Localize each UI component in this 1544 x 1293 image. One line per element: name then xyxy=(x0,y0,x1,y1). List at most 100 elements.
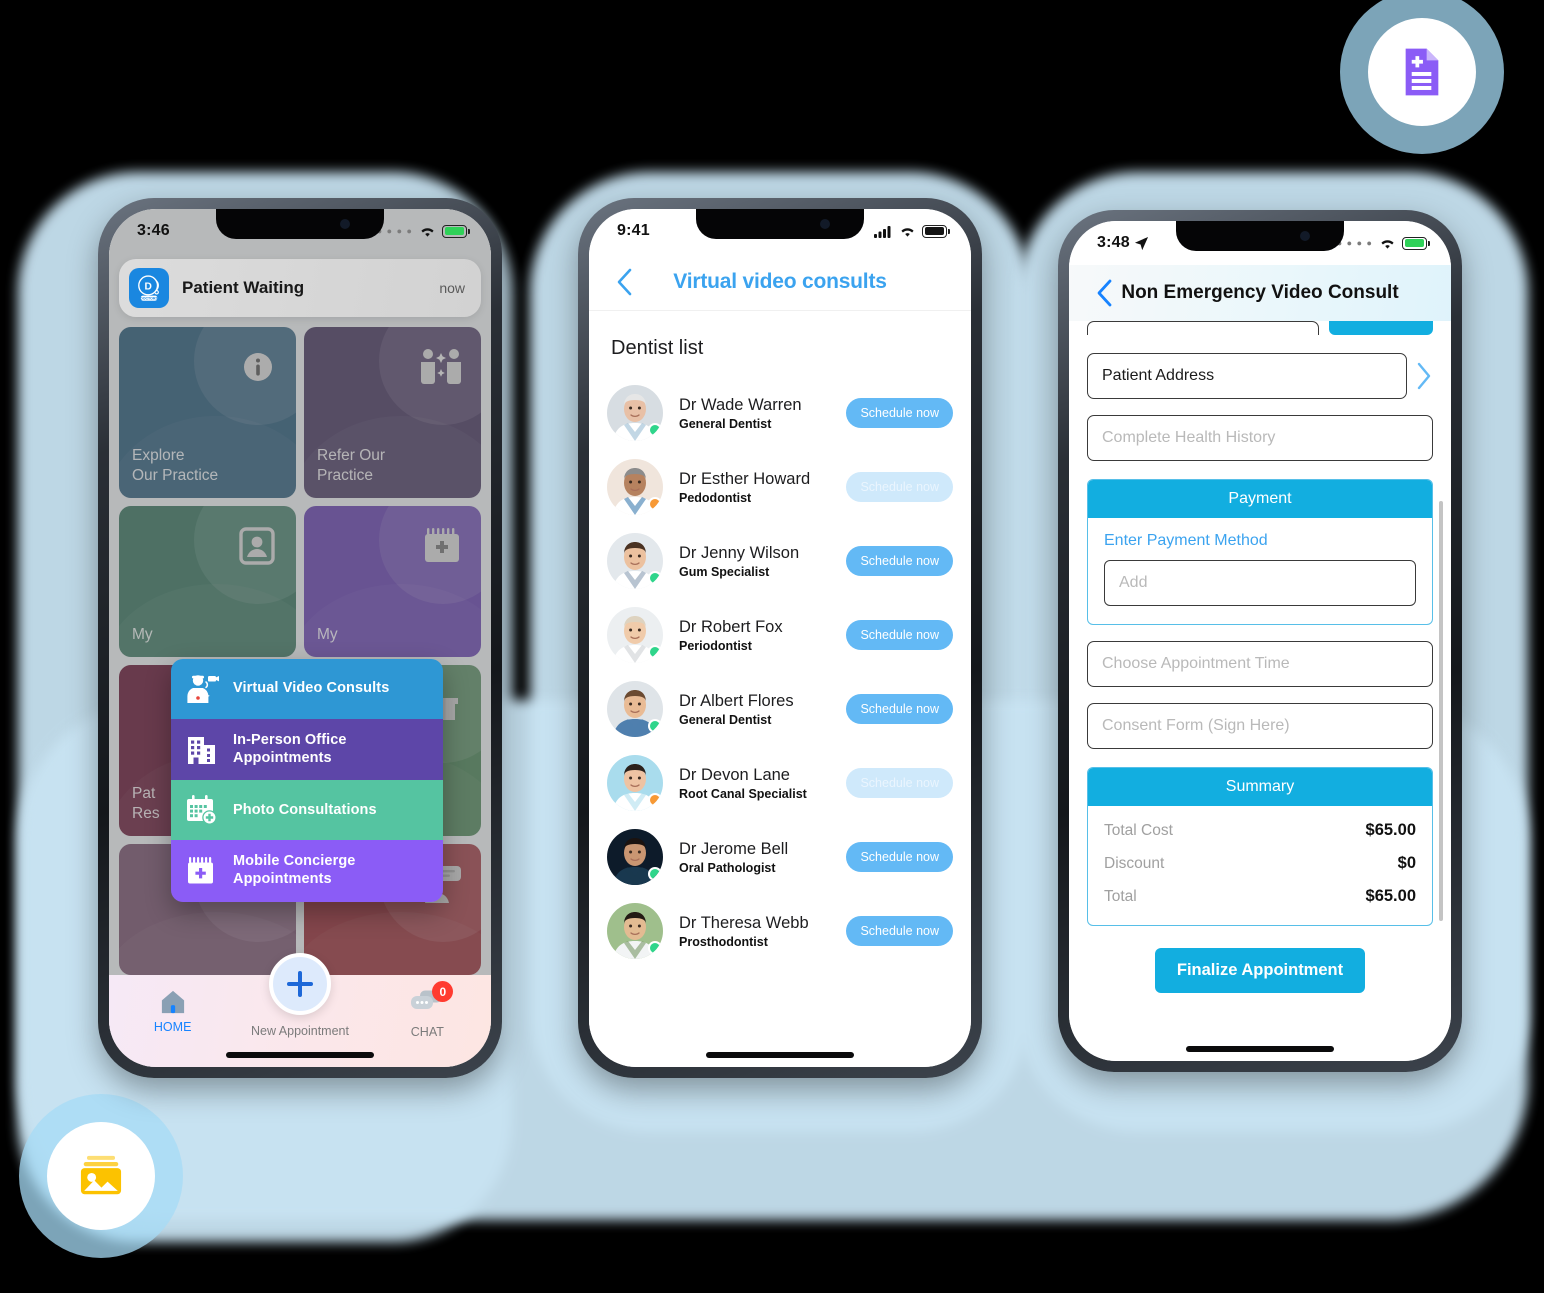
page-title: Non Emergency Video Consult xyxy=(1121,282,1399,303)
dentist-role: General Dentist xyxy=(679,417,772,432)
status-dot-online xyxy=(648,867,662,881)
popup-menu-item-2[interactable]: In-Person Office Appointments xyxy=(171,719,443,781)
dentist-info: Dr Devon Lane Root Canal Specialist xyxy=(679,765,846,802)
popup-menu-item-4[interactable]: Mobile Concierge Appointments xyxy=(171,840,443,902)
dentist-role: Prosthodontist xyxy=(679,935,768,950)
avatar xyxy=(607,903,663,959)
add-appointment-fab[interactable] xyxy=(269,953,331,1015)
summary-row: Total $65.00 xyxy=(1090,880,1430,913)
schedule-now-button[interactable]: Schedule now xyxy=(846,768,953,798)
popup-menu-item-1[interactable]: Virtual Video Consults xyxy=(171,659,443,719)
dentist-name: Dr Jerome Bell xyxy=(679,839,789,858)
summary-row-label: Total Cost xyxy=(1104,821,1173,839)
status-dot-online xyxy=(648,645,662,659)
phone-2-dentist-list: 9:41 Virtual video consults Dentist list… xyxy=(578,198,982,1078)
phone-1-home-screen: 3:46 ● ● ● ● Explore Our Practice Refer Ou… xyxy=(98,198,502,1078)
tab-home-label: HOME xyxy=(153,1020,192,1034)
dentist-name: Dr Devon Lane xyxy=(679,765,790,784)
dentist-row[interactable]: Dr Robert Fox Periodontist Schedule now xyxy=(607,598,953,672)
dentist-name: Dr Esther Howard xyxy=(679,469,811,488)
front-camera-icon xyxy=(820,219,830,229)
mobile-calendar-icon xyxy=(185,854,219,888)
status-dot-online xyxy=(648,423,662,437)
finalize-appointment-button[interactable]: Finalize Appointment xyxy=(1154,948,1366,993)
status-dot-online xyxy=(648,719,662,733)
wifi-icon xyxy=(901,227,914,237)
patient-address-field[interactable]: Patient Address xyxy=(1087,353,1407,399)
dentist-list-scroll[interactable]: Dentist list Dr Wade Warren General Denti… xyxy=(589,311,971,1067)
patient-address-row: Patient Address xyxy=(1087,353,1433,399)
notification-banner[interactable]: D DOCTORS Patient Waiting now xyxy=(119,259,481,317)
signal-dots-icon: ● ● ● ● xyxy=(1336,238,1373,248)
dentist-row[interactable]: Dr Theresa Webb Prosthodontist Schedule no… xyxy=(607,894,953,968)
image-icon xyxy=(80,1155,122,1195)
tab-chat-label: CHAT xyxy=(410,1025,444,1039)
schedule-now-button[interactable]: Schedule now xyxy=(846,472,953,502)
schedule-now-button[interactable]: Schedule now xyxy=(846,546,953,576)
location-arrow-icon xyxy=(1134,236,1148,250)
popup-menu-item-3[interactable]: Photo Consultations xyxy=(171,780,443,841)
notification-timestamp: now xyxy=(439,280,465,296)
schedule-now-button[interactable]: Schedule now xyxy=(846,398,953,428)
health-history-field[interactable]: Complete Health History xyxy=(1087,415,1433,461)
status-time-value: 3:48 xyxy=(1097,234,1130,251)
scrollbar-track[interactable] xyxy=(1439,381,1447,1015)
payment-card-header: Payment xyxy=(1088,480,1432,518)
avatar xyxy=(607,607,663,663)
phone3-header: Non Emergency Video Consult xyxy=(1069,265,1451,321)
dentist-list: Dr Wade Warren General Dentist Schedule no… xyxy=(607,376,953,968)
status-time: 9:41 xyxy=(617,222,650,239)
consult-form-scroll[interactable]: Patient Address Complete Health History … xyxy=(1069,321,1451,1061)
schedule-now-button[interactable]: Schedule now xyxy=(846,620,953,650)
clipped-action-button[interactable] xyxy=(1329,321,1433,335)
dentist-info: Dr Theresa Webb Prosthodontist xyxy=(679,913,846,950)
summary-card: Summary Total Cost $65.00 Discount $0 Total $… xyxy=(1087,767,1433,926)
dentist-info: Dr Jenny Wilson Gum Specialist xyxy=(679,543,846,580)
schedule-now-button[interactable]: Schedule now xyxy=(846,916,953,946)
chevron-left-icon xyxy=(617,268,631,295)
home-icon xyxy=(161,990,184,1014)
appointment-time-field[interactable]: Choose Appointment Time xyxy=(1087,641,1433,687)
dentist-row[interactable]: Dr Wade Warren General Dentist Schedule no… xyxy=(607,376,953,450)
dentist-row[interactable]: Dr Esther Howard Pedodontist Schedule now xyxy=(607,450,953,524)
svg-text:DOCTORS: DOCTORS xyxy=(140,297,158,301)
dentist-row[interactable]: Dr Jerome Bell Oral Pathologist Schedule n… xyxy=(607,820,953,894)
dentist-name: Dr Jenny Wilson xyxy=(679,543,800,562)
back-button[interactable] xyxy=(611,268,637,295)
chat-unread-badge: 0 xyxy=(432,981,454,1002)
dentist-role: Pedodontist xyxy=(679,491,752,506)
phone1-screen: 3:46 ● ● ● ● Explore Our Practice Refer Ou… xyxy=(109,209,491,1067)
wifi-icon xyxy=(421,227,434,237)
tab-chat[interactable]: 0 CHAT xyxy=(364,981,491,1039)
schedule-now-button[interactable]: Schedule now xyxy=(846,842,953,872)
payment-method-label: Enter Payment Method xyxy=(1104,532,1268,549)
front-camera-icon xyxy=(1300,231,1310,241)
dentist-row[interactable]: Dr Devon Lane Root Canal Specialist Schedu… xyxy=(607,746,953,820)
back-button[interactable] xyxy=(1091,279,1117,307)
chevron-right-icon[interactable] xyxy=(1415,361,1433,391)
popup-menu-item-label: In-Person Office Appointments xyxy=(233,732,347,766)
avatar xyxy=(607,459,663,515)
scrollbar-thumb[interactable] xyxy=(1439,501,1443,921)
summary-row-label: Discount xyxy=(1104,854,1165,872)
avatar xyxy=(607,385,663,441)
summary-row-value: $65.00 xyxy=(1365,821,1416,839)
payment-method-input[interactable]: Add xyxy=(1104,560,1416,606)
consent-form-field[interactable]: Consent Form (Sign Here) xyxy=(1087,703,1433,749)
clipped-field[interactable] xyxy=(1087,321,1319,335)
dentist-row[interactable]: Dr Jenny Wilson Gum Specialist Schedule no… xyxy=(607,524,953,598)
tab-new-appointment[interactable]: New Appointment xyxy=(236,953,363,1038)
front-camera-icon xyxy=(340,219,350,229)
dentist-row[interactable]: Dr Albert Flores General Dentist Schedule … xyxy=(607,672,953,746)
tab-home[interactable]: HOME xyxy=(109,989,236,1034)
document-plus-icon xyxy=(1405,48,1439,96)
image-gallery-badge xyxy=(47,1122,155,1230)
summary-row: Discount $0 xyxy=(1090,847,1430,880)
schedule-now-button[interactable]: Schedule now xyxy=(846,694,953,724)
chevron-left-icon xyxy=(1097,279,1111,307)
dentist-name: Dr Theresa Webb xyxy=(679,913,809,932)
doctor-app-icon: D DOCTORS xyxy=(129,268,169,308)
status-time: 3:48 xyxy=(1097,234,1149,252)
status-dot-busy xyxy=(648,497,662,511)
list-title: Dentist list xyxy=(611,337,704,359)
